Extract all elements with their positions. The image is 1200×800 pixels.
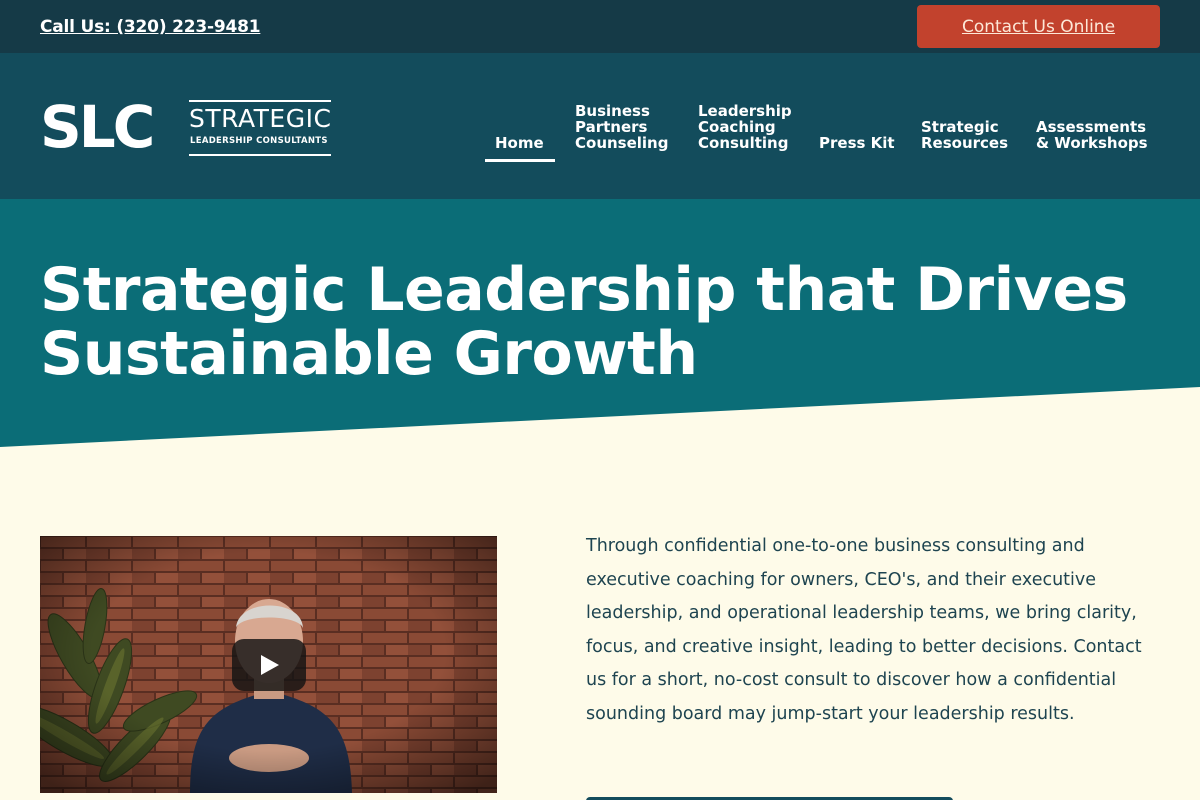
play-icon bbox=[261, 655, 279, 675]
nav-label: Coaching bbox=[698, 118, 776, 136]
site-header: SLC STRATEGIC LEADERSHIP CONSULTANTS Hom… bbox=[0, 53, 1200, 199]
nav-label: Home bbox=[495, 134, 544, 152]
nav-label: Leadership bbox=[698, 102, 792, 120]
phone-link[interactable]: Call Us: (320) 223-9481 bbox=[40, 17, 261, 37]
hero-title-line: Strategic Leadership that Drives bbox=[40, 255, 1128, 325]
nav-label: Strategic bbox=[921, 118, 999, 136]
logo-rule-bottom bbox=[189, 154, 331, 156]
hero-title-line: Sustainable Growth bbox=[40, 319, 698, 389]
logo-word: STRATEGIC bbox=[189, 104, 332, 133]
nav-item-press-kit[interactable]: Press Kit bbox=[819, 135, 895, 151]
top-utility-bar: Call Us: (320) 223-9481 Contact Us Onlin… bbox=[0, 0, 1200, 53]
nav-label: Business bbox=[575, 102, 650, 120]
intro-video[interactable] bbox=[40, 536, 497, 793]
nav-item-business-partners-counseling[interactable]: Business Partners Counseling bbox=[575, 103, 668, 151]
logo-mark: SLC bbox=[40, 93, 155, 161]
nav-active-indicator bbox=[485, 159, 555, 162]
video-play-button[interactable] bbox=[232, 639, 306, 691]
nav-item-home[interactable]: Home bbox=[495, 135, 544, 151]
nav-label: Resources bbox=[921, 134, 1009, 152]
contact-us-online-button[interactable]: Contact Us Online bbox=[917, 5, 1160, 48]
nav-item-assessments-workshops[interactable]: Assessments & Workshops bbox=[1036, 119, 1148, 151]
slc-logo[interactable]: SLC STRATEGIC LEADERSHIP CONSULTANTS bbox=[40, 95, 340, 160]
nav-item-leadership-coaching-consulting[interactable]: Leadership Coaching Consulting bbox=[698, 103, 792, 151]
nav-label: Counseling bbox=[575, 134, 669, 152]
nav-label: Press Kit bbox=[819, 134, 895, 152]
intro-paragraph: Through confidential one-to-one business… bbox=[586, 536, 1142, 724]
hero-title: Strategic Leadership that Drives Sustain… bbox=[40, 258, 1170, 386]
nav-label: & Workshops bbox=[1036, 134, 1148, 152]
nav-item-strategic-resources[interactable]: Strategic Resources bbox=[921, 119, 1008, 151]
logo-subtitle: LEADERSHIP CONSULTANTS bbox=[190, 136, 328, 146]
logo-rule-top bbox=[189, 100, 331, 102]
nav-label: Partners bbox=[575, 118, 648, 136]
nav-label: Assessments bbox=[1036, 118, 1147, 136]
nav-label: Consulting bbox=[698, 134, 789, 152]
